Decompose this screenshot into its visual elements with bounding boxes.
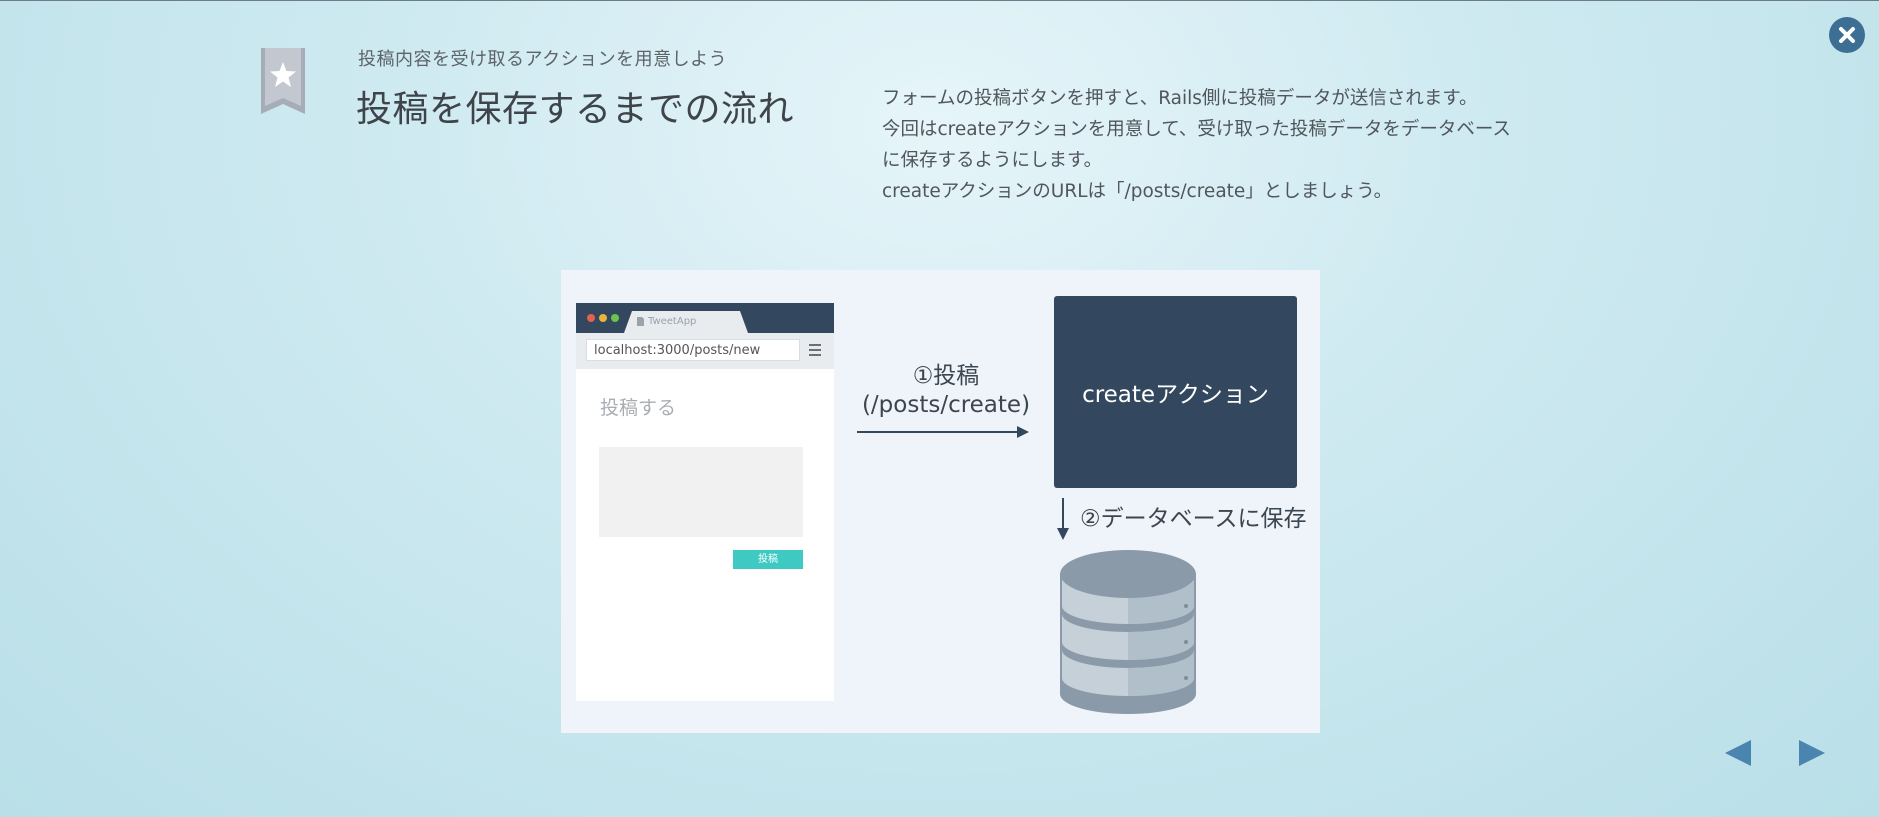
window-maximize-dot [611,314,619,322]
description-line: に保存するようにします。 [882,150,1103,171]
create-action-box: createアクション [1054,296,1297,488]
description-line: フォームの投稿ボタンを押すと、Rails側に投稿データが送信されます。 [882,88,1478,109]
step1-label: ①投稿 (/posts/create) [846,362,1046,420]
step1-title: ①投稿 [912,363,980,389]
window-close-dot [587,314,595,322]
close-button[interactable] [1829,17,1865,53]
close-icon [1839,27,1855,43]
description-line: createアクションのURLは「/posts/create」としましょう。 [882,181,1393,202]
browser-mockup: TweetApp localhost:3000/posts/new 投稿する 投… [576,303,834,701]
page-icon [637,317,644,326]
step1-url: (/posts/create) [861,392,1031,418]
post-submit-button: 投稿 [733,550,803,569]
hamburger-menu-icon [809,344,821,359]
slide-description: フォームの投稿ボタンを押すと、Rails側に投稿データが送信されます。 今回はc… [882,83,1602,207]
browser-address-bar: localhost:3000/posts/new [576,333,834,369]
description-line: 今回はcreateアクションを用意して、受け取った投稿データをデータベース [882,119,1511,140]
top-border [0,0,1879,1]
lesson-subtitle: 投稿内容を受け取るアクションを用意しよう [358,49,728,70]
url-field: localhost:3000/posts/new [586,339,800,361]
browser-tab-title: TweetApp [648,316,697,327]
window-minimize-dot [599,314,607,322]
arrow-down-icon [1057,498,1069,540]
triangle-left-icon[interactable] [1723,738,1753,768]
browser-titlebar: TweetApp [576,303,834,333]
triangle-right-icon[interactable] [1797,738,1827,768]
post-textarea [599,447,803,537]
form-heading: 投稿する [600,397,677,419]
step2-label: ②データベースに保存 [1080,506,1307,532]
star-bookmark-icon [261,48,305,114]
flow-diagram: TweetApp localhost:3000/posts/new 投稿する 投… [561,270,1320,733]
database-icon [1060,550,1196,714]
arrow-right-icon [857,426,1029,438]
slide-title: 投稿を保存するまでの流れ [356,89,795,130]
